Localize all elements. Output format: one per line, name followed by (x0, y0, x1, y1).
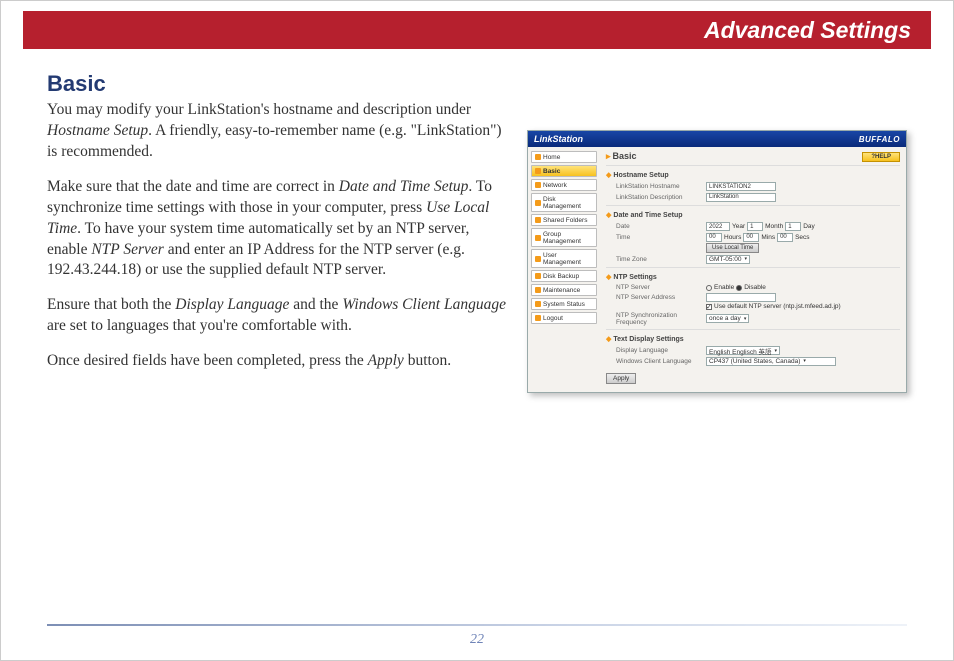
ntp-freq-label: NTP Synchronization Frequency (606, 312, 706, 326)
sidebar-item-label: Shared Folders (543, 217, 587, 224)
display-lang-label: Display Language (606, 347, 706, 354)
timezone-label: Time Zone (606, 256, 706, 263)
menu-icon (535, 168, 541, 174)
menu-icon (535, 315, 541, 321)
manual-page: Advanced Settings Basic You may modify y… (0, 0, 954, 661)
page-number: 22 (1, 632, 953, 648)
ntp-enable-radio[interactable] (706, 285, 712, 291)
menu-icon (535, 287, 541, 293)
sidebar-item-shared-folders[interactable]: Shared Folders (531, 214, 597, 226)
side-menu: Home Basic Network Disk Management Shared Fo… (528, 147, 600, 392)
sidebar-item-basic[interactable]: Basic (531, 165, 597, 177)
use-local-time-button[interactable]: Use Local Time (706, 243, 759, 253)
sidebar-item-label: Group Management (543, 231, 593, 245)
brand-logo: BUFFALO (859, 135, 900, 144)
time-label: Time (606, 234, 706, 241)
group-display: ◆Text Display Settings Display LanguageE… (606, 329, 900, 369)
sidebar-item-label: System Status (543, 301, 585, 308)
product-logo: LinkStation (534, 134, 583, 144)
sidebar-item-label: Network (543, 182, 567, 189)
menu-icon (535, 235, 541, 241)
sidebar-item-network[interactable]: Network (531, 179, 597, 191)
windows-lang-select[interactable]: CP437 (United States, Canada) (706, 357, 836, 366)
body-text-column: You may modify your LinkStation's hostna… (47, 100, 507, 386)
embedded-screenshot: LinkStation BUFFALO Home Basic Network Disk… (527, 130, 907, 393)
sidebar-item-label: Basic (543, 168, 560, 175)
ntp-default-checkbox[interactable] (706, 304, 712, 310)
page-title: ▸Basic (606, 151, 637, 162)
day-input[interactable]: 1 (785, 222, 801, 231)
group-datetime: ◆Date and Time Setup Date 2022Year 1Mont… (606, 205, 900, 267)
menu-icon (535, 154, 541, 160)
sidebar-item-label: User Management (543, 252, 593, 266)
sidebar-item-group-management[interactable]: Group Management (531, 228, 597, 247)
sec-input[interactable]: 00 (777, 233, 793, 242)
menu-icon (535, 200, 541, 206)
date-label: Date (606, 223, 706, 230)
windows-lang-label: Windows Client Language (606, 358, 706, 365)
ntp-address-label: NTP Server Address (606, 294, 706, 301)
sidebar-item-system-status[interactable]: System Status (531, 298, 597, 310)
section-heading: Basic (47, 71, 907, 97)
description-input[interactable]: LinkStation (706, 193, 776, 202)
display-lang-select[interactable]: English Englisch 英語 (706, 346, 780, 355)
year-input[interactable]: 2022 (706, 222, 730, 231)
description-label: LinkStation Description (606, 194, 706, 201)
ntp-server-label: NTP Server (606, 284, 706, 291)
min-input[interactable]: 00 (743, 233, 759, 242)
menu-icon (535, 256, 541, 262)
page-content: Basic You may modify your LinkStation's … (47, 71, 907, 620)
apply-button[interactable]: Apply (606, 373, 636, 384)
sidebar-item-label: Home (543, 154, 560, 161)
menu-icon (535, 273, 541, 279)
ntp-address-input[interactable] (706, 293, 776, 302)
sidebar-item-disk-management[interactable]: Disk Management (531, 193, 597, 212)
paragraph-3: Ensure that both the Display Language an… (47, 295, 507, 337)
hour-input[interactable]: 00 (706, 233, 722, 242)
menu-icon (535, 217, 541, 223)
menu-icon (535, 182, 541, 188)
sidebar-item-user-management[interactable]: User Management (531, 249, 597, 268)
group-ntp: ◆NTP Settings NTP Server Enable Disable … (606, 267, 900, 329)
menu-icon (535, 301, 541, 307)
chapter-title: Advanced Settings (704, 17, 911, 44)
paragraph-1: You may modify your LinkStation's hostna… (47, 100, 507, 163)
hostname-input[interactable]: LINKSTATION2 (706, 182, 776, 191)
ntp-freq-select[interactable]: once a day (706, 314, 749, 323)
paragraph-2: Make sure that the date and time are cor… (47, 177, 507, 282)
main-pane: ▸Basic ?HELP ◆Hostname Setup LinkStation… (600, 147, 906, 392)
hostname-label: LinkStation Hostname (606, 183, 706, 190)
sidebar-item-logout[interactable]: Logout (531, 312, 597, 324)
sidebar-item-label: Disk Management (543, 196, 593, 210)
month-input[interactable]: 1 (747, 222, 763, 231)
sidebar-item-maintenance[interactable]: Maintenance (531, 284, 597, 296)
app-header: LinkStation BUFFALO (528, 131, 906, 147)
sidebar-item-home[interactable]: Home (531, 151, 597, 163)
sidebar-item-disk-backup[interactable]: Disk Backup (531, 270, 597, 282)
chapter-banner: Advanced Settings (23, 11, 931, 49)
sidebar-item-label: Logout (543, 315, 563, 322)
paragraph-4: Once desired fields have been completed,… (47, 351, 507, 372)
footer-divider (47, 624, 907, 626)
timezone-select[interactable]: GMT-05:00 (706, 255, 750, 264)
sidebar-item-label: Maintenance (543, 287, 580, 294)
ntp-disable-radio[interactable] (736, 285, 742, 291)
help-button[interactable]: ?HELP (862, 152, 900, 162)
group-hostname: ◆Hostname Setup LinkStation HostnameLINK… (606, 165, 900, 205)
sidebar-item-label: Disk Backup (543, 273, 579, 280)
